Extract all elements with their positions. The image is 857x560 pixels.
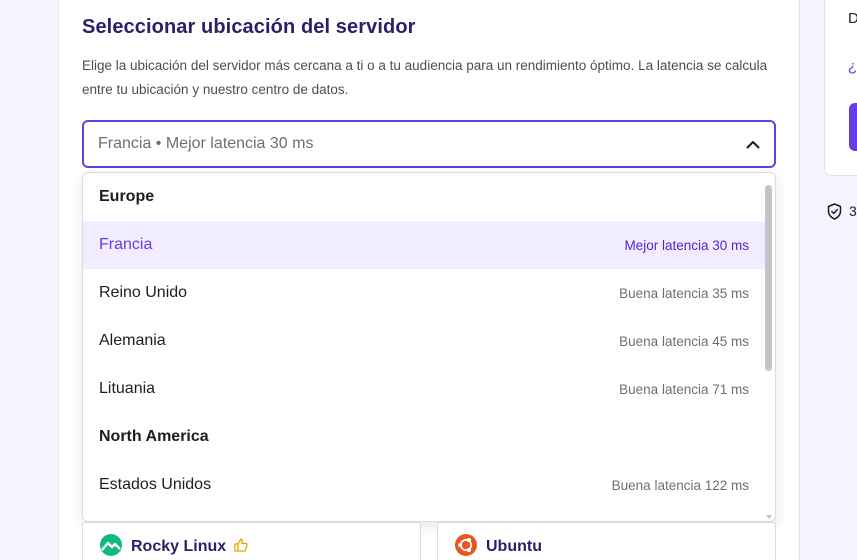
location-dropdown-list[interactable]: Europe Francia Mejor latencia 30 ms Rein…	[82, 172, 776, 522]
shield-check-icon	[827, 203, 842, 225]
location-option-alemania[interactable]: Alemania Buena latencia 45 ms	[83, 317, 765, 365]
section-description: Elige la ubicación del servidor más cerc…	[82, 58, 768, 97]
group-header-europe: Europe	[83, 173, 765, 221]
section-title: Seleccionar ubicación del servidor	[82, 16, 416, 38]
group-header-north-america: North America	[83, 413, 765, 461]
summary-text-fragment: D	[848, 10, 857, 27]
dropdown-scrollbar[interactable]	[765, 181, 773, 519]
option-latency: Buena latencia 35 ms	[619, 285, 749, 301]
os-name: Rocky Linux	[131, 538, 227, 555]
location-option-estados-unidos[interactable]: Estados Unidos Buena latencia 122 ms	[83, 461, 765, 509]
guarantee-text-fragment: 3	[849, 203, 857, 219]
chevron-up-icon[interactable]	[746, 137, 760, 151]
option-name: Estados Unidos	[99, 476, 212, 493]
option-latency: Buena latencia 45 ms	[619, 333, 749, 349]
option-name: Alemania	[99, 332, 166, 349]
option-latency: Buena latencia 71 ms	[619, 381, 749, 397]
os-option-ubuntu[interactable]: Ubuntu	[437, 522, 776, 560]
server-location-select[interactable]: Francia • Mejor latencia 30 ms	[82, 120, 776, 168]
select-value: Francia • Mejor latencia 30 ms	[98, 135, 314, 152]
ubuntu-logo-icon	[454, 533, 478, 560]
option-name: Francia	[99, 236, 153, 253]
location-option-francia[interactable]: Francia Mejor latencia 30 ms	[83, 221, 765, 269]
checkout-button[interactable]	[849, 103, 857, 151]
scrollbar-thumb[interactable]	[765, 185, 772, 371]
os-name: Ubuntu	[486, 538, 542, 555]
location-option-reino-unido[interactable]: Reino Unido Buena latencia 35 ms	[83, 269, 765, 317]
option-latency: Buena latencia 122 ms	[611, 477, 749, 493]
summary-link-fragment[interactable]: ¿	[848, 58, 857, 75]
option-latency: Mejor latencia 30 ms	[624, 237, 749, 253]
group-label: Europe	[99, 188, 155, 205]
option-name: Lituania	[99, 380, 156, 397]
rocky-linux-logo-icon	[99, 533, 123, 560]
os-option-rocky-linux[interactable]: Rocky Linux	[82, 522, 421, 560]
location-option-lituania[interactable]: Lituania Buena latencia 71 ms	[83, 365, 765, 413]
option-name: Reino Unido	[99, 284, 188, 301]
scroll-down-arrow-icon[interactable]	[766, 515, 772, 519]
thumbs-up-icon	[234, 537, 248, 557]
group-label: North America	[99, 428, 209, 445]
